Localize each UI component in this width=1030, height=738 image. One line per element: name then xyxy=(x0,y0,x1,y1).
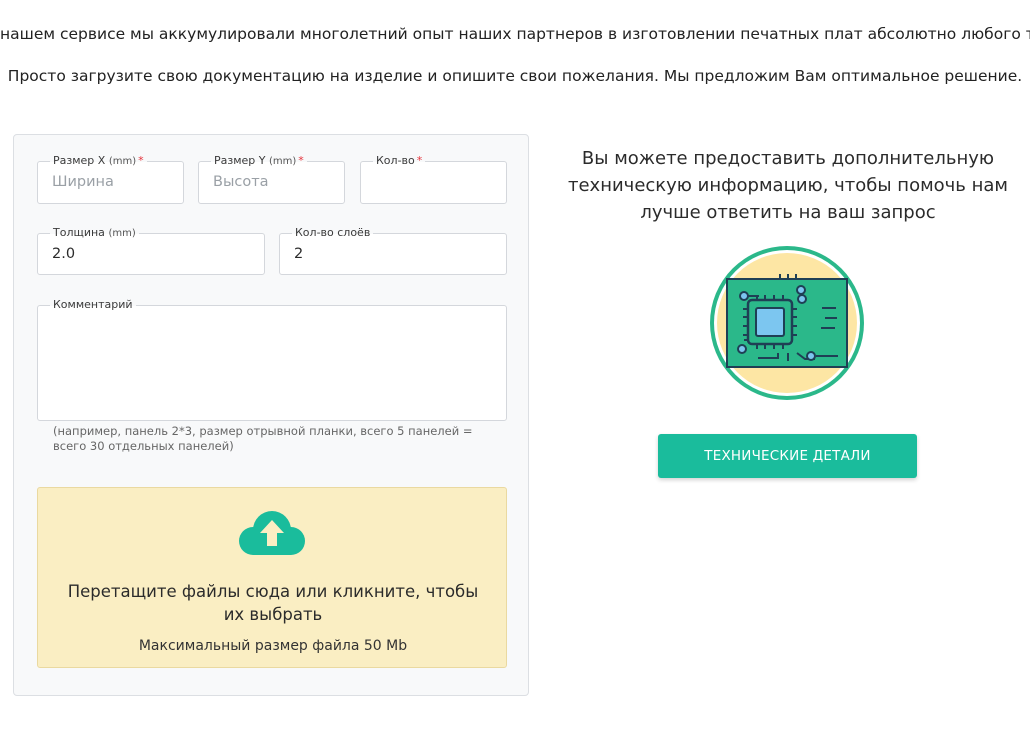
size-x-label: Размер X (mm) * xyxy=(50,154,147,169)
order-form: Размер X (mm)* Размер Y (mm)* Кол-во* То… xyxy=(13,134,529,696)
quantity-label: Кол-во * xyxy=(373,154,426,168)
intro-text-line-1: нашем сервисе мы аккумулировали многолет… xyxy=(0,25,1030,43)
cloud-upload-icon xyxy=(239,511,305,555)
intro-text-line-2: Просто загрузите свою документацию на из… xyxy=(7,67,1023,85)
dropzone-text: Перетащите файлы сюда или кликните, чтоб… xyxy=(67,582,479,624)
comment-textarea[interactable] xyxy=(48,320,498,412)
size-x-input[interactable] xyxy=(52,174,175,190)
size-y-input[interactable] xyxy=(213,174,336,190)
size-y-label: Размер Y (mm) * xyxy=(211,154,307,169)
technical-details-button[interactable]: ТЕХНИЧЕСКИЕ ДЕТАЛИ xyxy=(658,434,917,478)
comment-hint: (например, панель 2*3, размер отрывной п… xyxy=(53,424,473,453)
thickness-field[interactable]: Толщина (mm) xyxy=(37,226,265,275)
thickness-input[interactable] xyxy=(52,246,256,262)
file-dropzone[interactable]: Перетащите файлы сюда или кликните, чтоб… xyxy=(37,487,507,668)
dropzone-max-size: Максимальный размер файла 50 Mb xyxy=(138,638,408,654)
layers-input[interactable] xyxy=(294,246,498,262)
layers-field[interactable]: Кол-во слоёв xyxy=(279,226,507,275)
layers-label: Кол-во слоёв xyxy=(292,226,374,240)
comment-field[interactable]: Комментарий xyxy=(37,298,507,421)
comment-label: Комментарий xyxy=(50,298,136,312)
quantity-field[interactable]: Кол-во * xyxy=(360,154,507,204)
quantity-input[interactable] xyxy=(375,174,498,190)
thickness-label: Толщина (mm) xyxy=(50,226,139,241)
info-text: Вы можете предоставить дополнительную те… xyxy=(568,148,1009,223)
size-y-field[interactable]: Размер Y (mm) * xyxy=(198,154,345,204)
size-x-field[interactable]: Размер X (mm) * xyxy=(37,154,184,204)
pcb-chip-icon xyxy=(710,246,864,400)
